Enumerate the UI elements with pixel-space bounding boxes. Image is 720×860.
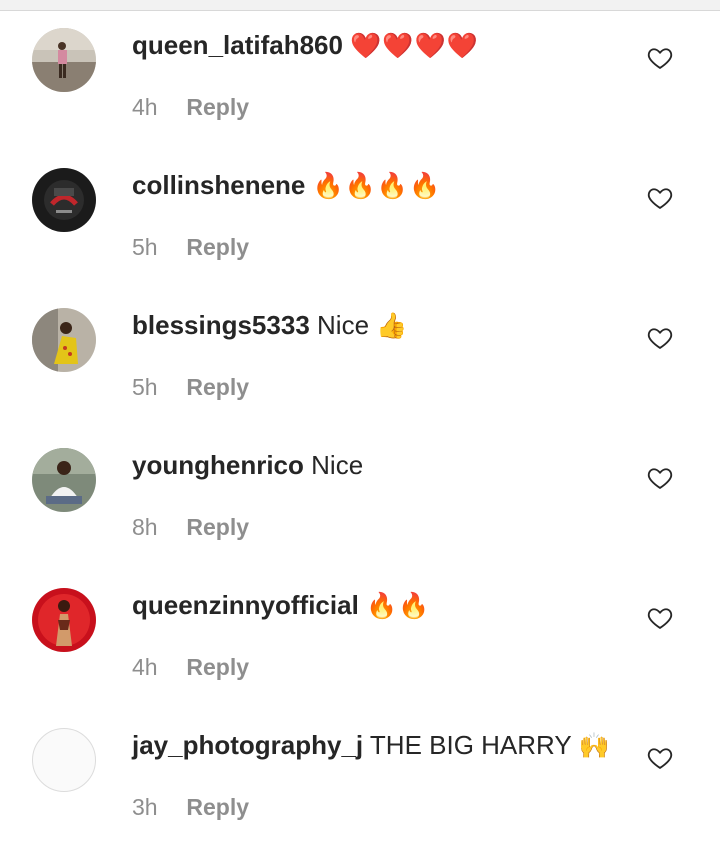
comment-line: jay_photography_j THE BIG HARRY 🙌: [132, 728, 611, 763]
comment-time: 4h: [132, 654, 158, 680]
heart-outline-icon[interactable]: [646, 744, 674, 772]
comment-time: 8h: [132, 514, 158, 540]
reply-button[interactable]: Reply: [186, 92, 249, 122]
avatar[interactable]: [32, 588, 96, 652]
avatar-logo-icon: [32, 168, 96, 232]
comment-list: queen_latifah860 ❤️❤️❤️❤️ 4h Reply colli…: [0, 20, 720, 860]
reply-button[interactable]: Reply: [186, 652, 249, 682]
comment-emoji: 👍: [376, 312, 409, 340]
comment-meta: 3h Reply: [132, 792, 249, 822]
avatar-photo-icon: [32, 28, 96, 92]
reply-button[interactable]: Reply: [186, 512, 249, 542]
comment-emoji: 🙌: [578, 732, 611, 760]
comment-item: queenzinnyofficial 🔥🔥 4h Reply: [0, 580, 720, 720]
reply-button[interactable]: Reply: [186, 792, 249, 822]
avatar-photo-icon: [32, 308, 96, 372]
heart-outline-icon[interactable]: [646, 604, 674, 632]
comment-item: collinshenene 🔥🔥🔥🔥 5h Reply: [0, 160, 720, 300]
avatar[interactable]: [32, 448, 96, 512]
avatar[interactable]: [32, 168, 96, 232]
reply-button[interactable]: Reply: [186, 372, 249, 402]
comment-username[interactable]: queen_latifah860: [132, 30, 343, 60]
top-divider: [0, 0, 720, 11]
comment-line: queen_latifah860 ❤️❤️❤️❤️: [132, 28, 479, 63]
comment-text: Nice: [317, 310, 370, 340]
comment-time: 5h: [132, 234, 158, 260]
comment-text: Nice: [311, 450, 364, 480]
comment-line: collinshenene 🔥🔥🔥🔥: [132, 168, 441, 203]
comment-item: blessings5333 Nice 👍 5h Reply: [0, 300, 720, 440]
avatar-photo-icon: [32, 448, 96, 512]
comment-item: jay_photography_j THE BIG HARRY 🙌 3h Rep…: [0, 720, 720, 860]
comment-meta: 4h Reply: [132, 92, 249, 122]
reply-button[interactable]: Reply: [186, 232, 249, 262]
comment-emoji: 🔥🔥: [366, 592, 431, 620]
comment-item: younghenrico Nice 8h Reply: [0, 440, 720, 580]
avatar[interactable]: [32, 728, 96, 792]
avatar[interactable]: [32, 308, 96, 372]
heart-outline-icon[interactable]: [646, 44, 674, 72]
heart-outline-icon[interactable]: [646, 184, 674, 212]
comment-time: 5h: [132, 374, 158, 400]
comment-line: queenzinnyofficial 🔥🔥: [132, 588, 430, 623]
comment-meta: 5h Reply: [132, 232, 249, 262]
heart-outline-icon[interactable]: [646, 464, 674, 492]
comment-time: 3h: [132, 794, 158, 820]
comment-meta: 4h Reply: [132, 652, 249, 682]
comment-line: younghenrico Nice: [132, 448, 363, 483]
comment-time: 4h: [132, 94, 158, 120]
avatar-photo-icon: [32, 588, 96, 652]
comment-meta: 5h Reply: [132, 372, 249, 402]
comment-text: THE BIG HARRY: [369, 730, 572, 760]
comment-username[interactable]: jay_photography_j: [132, 730, 363, 760]
comment-username[interactable]: queenzinnyofficial: [132, 590, 359, 620]
heart-outline-icon[interactable]: [646, 324, 674, 352]
comment-emoji: ❤️❤️❤️❤️: [350, 32, 479, 60]
comment-username[interactable]: blessings5333: [132, 310, 310, 340]
comment-username[interactable]: collinshenene: [132, 170, 305, 200]
comment-line: blessings5333 Nice 👍: [132, 308, 408, 343]
comment-username[interactable]: younghenrico: [132, 450, 304, 480]
avatar[interactable]: [32, 28, 96, 92]
comment-emoji: 🔥🔥🔥🔥: [312, 172, 442, 200]
comment-meta: 8h Reply: [132, 512, 249, 542]
comment-item: queen_latifah860 ❤️❤️❤️❤️ 4h Reply: [0, 20, 720, 160]
